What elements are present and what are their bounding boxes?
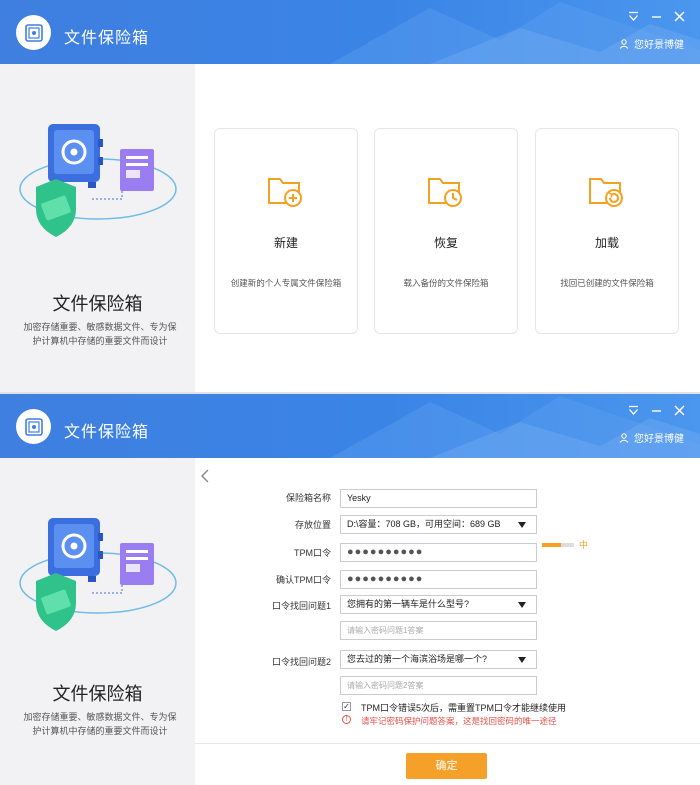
answer2-input[interactable]: 请输入密码问题2答案 bbox=[340, 676, 537, 695]
chevron-down-icon bbox=[518, 602, 526, 608]
close-icon[interactable] bbox=[673, 404, 686, 417]
folder-add-icon bbox=[268, 178, 302, 207]
location-select[interactable]: D:\容量：708 GB，可用空间：689 GB bbox=[340, 515, 537, 534]
reset-tpm-checkbox[interactable]: ✓ bbox=[342, 702, 351, 711]
vault-create-window: 文件保险箱 您好景博健 文件保险箱 加密存储重要、敏感数据文件、专为保护计算机中… bbox=[0, 394, 700, 785]
title-bar: 文件保险箱 您好景博健 bbox=[0, 394, 700, 458]
user-icon bbox=[619, 432, 629, 443]
question1-select[interactable]: 您拥有的第一辆车是什么型号? bbox=[340, 595, 537, 614]
reset-tpm-text: TPM口令错误5次后，需重置TPM口令才能继续使用 bbox=[361, 703, 567, 713]
footer-divider bbox=[195, 743, 700, 744]
card-description: 创建新的个人专属文件保险箱 bbox=[230, 278, 342, 288]
left-panel: 文件保险箱 加密存储重要、敏感数据文件、专为保护计算机中存储的重要文件而设计 bbox=[0, 458, 195, 785]
card-load[interactable]: 加载 找回已创建的文件保险箱 bbox=[535, 128, 679, 334]
tpm-password-input[interactable]: ●●●●●●●●●● bbox=[340, 543, 537, 562]
password-strength-fill bbox=[542, 543, 562, 547]
left-title: 文件保险箱 bbox=[52, 684, 143, 704]
location-label: 存放位置 bbox=[294, 520, 331, 530]
close-icon[interactable] bbox=[673, 10, 686, 23]
back-arrow-icon[interactable] bbox=[200, 469, 210, 483]
title-bar: 文件保险箱 您好景博健 bbox=[0, 0, 700, 64]
user-account[interactable]: 您好景博健 bbox=[619, 430, 684, 445]
card-description: 载入备份的文件保险箱 bbox=[403, 278, 489, 288]
minimize-icon[interactable] bbox=[650, 404, 663, 417]
card-new[interactable]: 新建 创建新的个人专属文件保险箱 bbox=[214, 128, 358, 334]
warning-icon: ! bbox=[342, 715, 351, 724]
question2-label: 口令找回问题2 bbox=[271, 657, 331, 667]
user-account[interactable]: 您好景博健 bbox=[619, 36, 684, 51]
vault-home-window: 文件保险箱 您好景博健 文件保险箱 加密存储重要、敏感数据文件、专为保护计算机中… bbox=[0, 0, 700, 392]
question1-label: 口令找回问题1 bbox=[271, 601, 331, 611]
question2-select[interactable]: 您去过的第一个海滨浴场是哪一个? bbox=[340, 650, 537, 669]
folder-restore-icon bbox=[428, 178, 462, 207]
tpm-label: TPM口令 bbox=[294, 548, 331, 558]
menu-dropdown-icon[interactable] bbox=[627, 10, 640, 23]
card-restore[interactable]: 恢复 载入备份的文件保险箱 bbox=[374, 128, 518, 334]
menu-dropdown-icon[interactable] bbox=[627, 404, 640, 417]
minimize-icon[interactable] bbox=[650, 10, 663, 23]
question1-value: 您拥有的第一辆车是什么型号? bbox=[347, 599, 470, 609]
chevron-down-icon bbox=[518, 657, 526, 663]
left-title: 文件保险箱 bbox=[52, 294, 143, 314]
vault-name-label: 保险箱名称 bbox=[285, 493, 331, 503]
user-name: 您好景博健 bbox=[634, 40, 684, 51]
confirm-button[interactable]: 确定 bbox=[406, 753, 487, 779]
folder-load-icon bbox=[589, 178, 623, 207]
app-logo-icon bbox=[16, 409, 51, 444]
left-description: 加密存储重要、敏感数据文件、专为保护计算机中存储的重要文件而设计 bbox=[23, 712, 177, 736]
confirm-tpm-input[interactable]: ●●●●●●●●●● bbox=[340, 570, 537, 589]
left-description: 加密存储重要、敏感数据文件、专为保护计算机中存储的重要文件而设计 bbox=[23, 322, 177, 346]
card-title: 加载 bbox=[594, 236, 619, 250]
app-logo-icon bbox=[16, 15, 51, 50]
confirm-tpm-label: 确认TPM口令 bbox=[276, 575, 331, 585]
answer1-input[interactable]: 请输入密码问题1答案 bbox=[340, 621, 537, 640]
safe-illustration-icon bbox=[19, 124, 177, 237]
question2-value: 您去过的第一个海滨浴场是哪一个? bbox=[347, 654, 488, 664]
card-description: 找回已创建的文件保险箱 bbox=[560, 278, 654, 288]
vault-name-input[interactable]: Yesky bbox=[340, 489, 537, 508]
card-title: 恢复 bbox=[433, 236, 458, 250]
password-strength-bar bbox=[542, 543, 574, 547]
left-panel: 文件保险箱 加密存储重要、敏感数据文件、专为保护计算机中存储的重要文件而设计 bbox=[0, 64, 195, 392]
user-icon bbox=[619, 38, 629, 49]
location-value: D:\容量：708 GB，可用空间：689 GB bbox=[347, 519, 501, 529]
password-strength-text: 中 bbox=[579, 540, 589, 550]
app-title: 文件保险箱 bbox=[64, 424, 150, 441]
app-title: 文件保险箱 bbox=[64, 30, 150, 47]
user-name: 您好景博健 bbox=[634, 434, 684, 445]
warning-text: 请牢记密码保护问题答案，这是找回密码的唯一途径 bbox=[361, 716, 557, 726]
safe-illustration-icon bbox=[19, 518, 177, 631]
card-title: 新建 bbox=[273, 236, 298, 250]
chevron-down-icon bbox=[518, 522, 526, 528]
